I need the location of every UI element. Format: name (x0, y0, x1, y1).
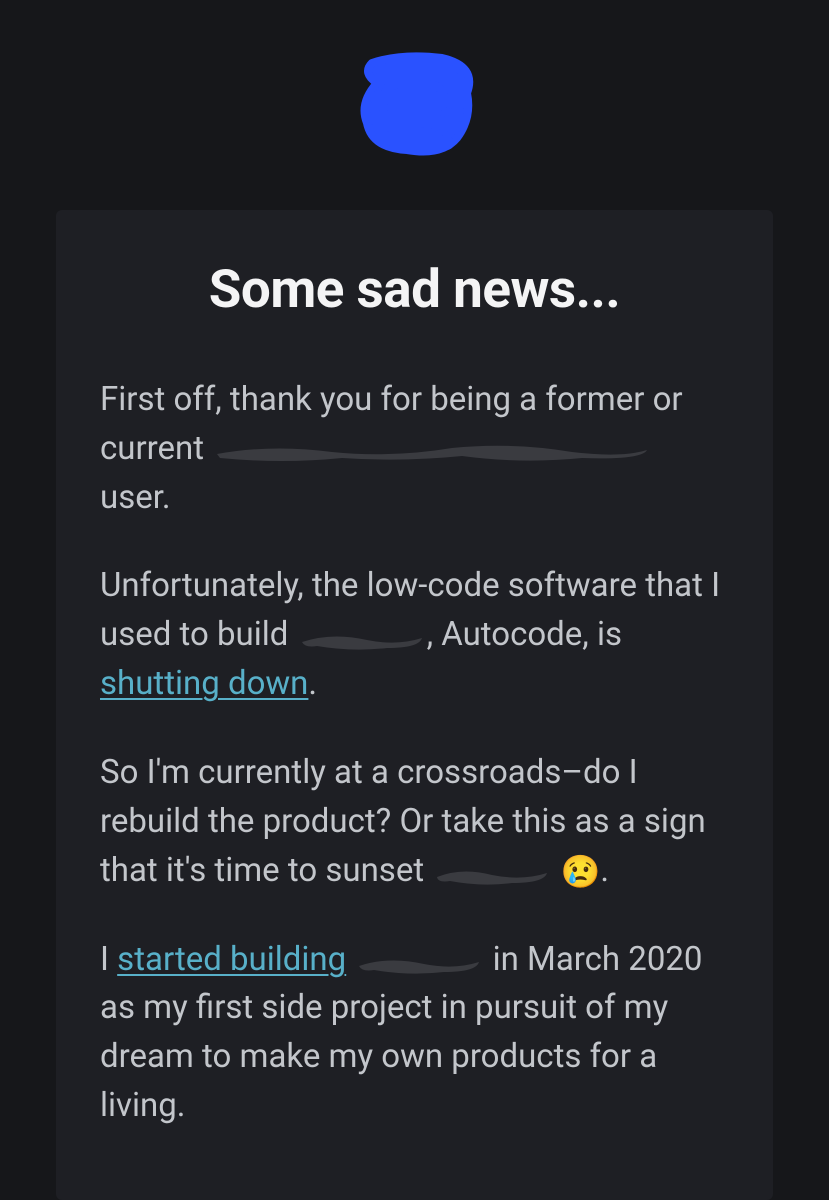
redacted-product-name (432, 855, 552, 883)
paragraph-1: First off, thank you for being a former … (100, 376, 729, 522)
redacted-logo-scribble (347, 48, 482, 163)
text (346, 940, 354, 979)
paragraph-4: I started building in March 2020 as my f… (100, 936, 729, 1131)
text: user. (100, 478, 171, 517)
redacted-product-name (212, 432, 652, 462)
text: . (308, 664, 317, 703)
text: . (600, 851, 609, 890)
text: So I'm currently at a crossroads–do I re… (100, 753, 706, 890)
message-card: Some sad news... First off, thank you fo… (56, 210, 773, 1200)
text: , Autocode, is (427, 615, 622, 654)
shutting-down-link[interactable]: shutting down (100, 664, 308, 703)
started-building-link[interactable]: started building (117, 940, 346, 979)
logo-area (0, 0, 829, 210)
redacted-product-name (354, 944, 484, 972)
crying-emoji: 😢 (561, 852, 601, 890)
text: I (100, 940, 117, 979)
redacted-product-name (297, 620, 427, 648)
email-container: Some sad news... First off, thank you fo… (0, 0, 829, 1200)
paragraph-3: So I'm currently at a crossroads–do I re… (100, 749, 729, 896)
page-title: Some sad news... (100, 258, 729, 320)
paragraph-2: Unfortunately, the low-code software tha… (100, 562, 729, 708)
